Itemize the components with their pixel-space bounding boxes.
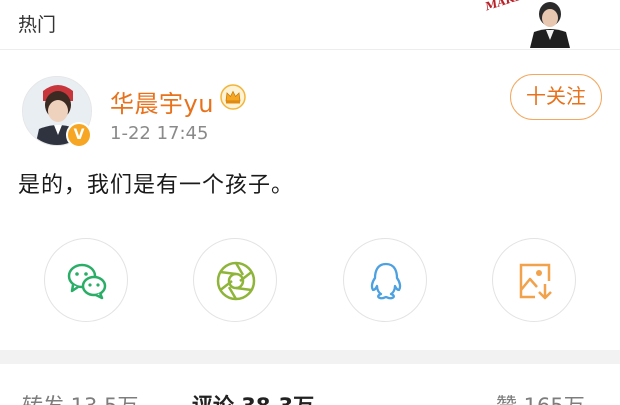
share-qq-button[interactable] [343, 238, 427, 322]
section-divider [0, 350, 620, 364]
username[interactable]: 华晨宇yu [110, 84, 214, 119]
wechat-icon [67, 263, 107, 300]
save-image-button[interactable] [492, 238, 576, 322]
tab-like[interactable]: 赞 165万 [496, 390, 585, 405]
crown-icon[interactable] [220, 84, 246, 110]
save-image-icon [519, 263, 552, 300]
promo-banner[interactable]: MAKE IT CONCERT [484, 0, 576, 48]
share-row [0, 238, 620, 328]
verified-badge: V [66, 122, 92, 148]
top-bar: 热门 MAKE IT CONCERT [0, 0, 620, 50]
post-text: 是的，我们是有一个孩子。 [18, 173, 295, 198]
hot-label[interactable]: 热门 [18, 10, 56, 37]
post-timestamp: 1-22 17:45 [110, 123, 209, 144]
qq-icon [370, 262, 402, 300]
banner-person-image [520, 0, 576, 48]
interaction-tabs: 转发 13.5万 评论 38.3万 赞 165万 [0, 364, 620, 405]
post-header: V 华晨宇yu 1-22 17:45 十关注 [0, 50, 620, 160]
share-wechat-button[interactable] [44, 238, 128, 322]
tab-repost[interactable]: 转发 13.5万 [22, 390, 138, 405]
share-moments-button[interactable] [193, 238, 277, 322]
follow-button[interactable]: 十关注 [510, 74, 602, 120]
moments-icon [216, 261, 256, 301]
tab-comment[interactable]: 评论 38.3万 [192, 390, 314, 405]
